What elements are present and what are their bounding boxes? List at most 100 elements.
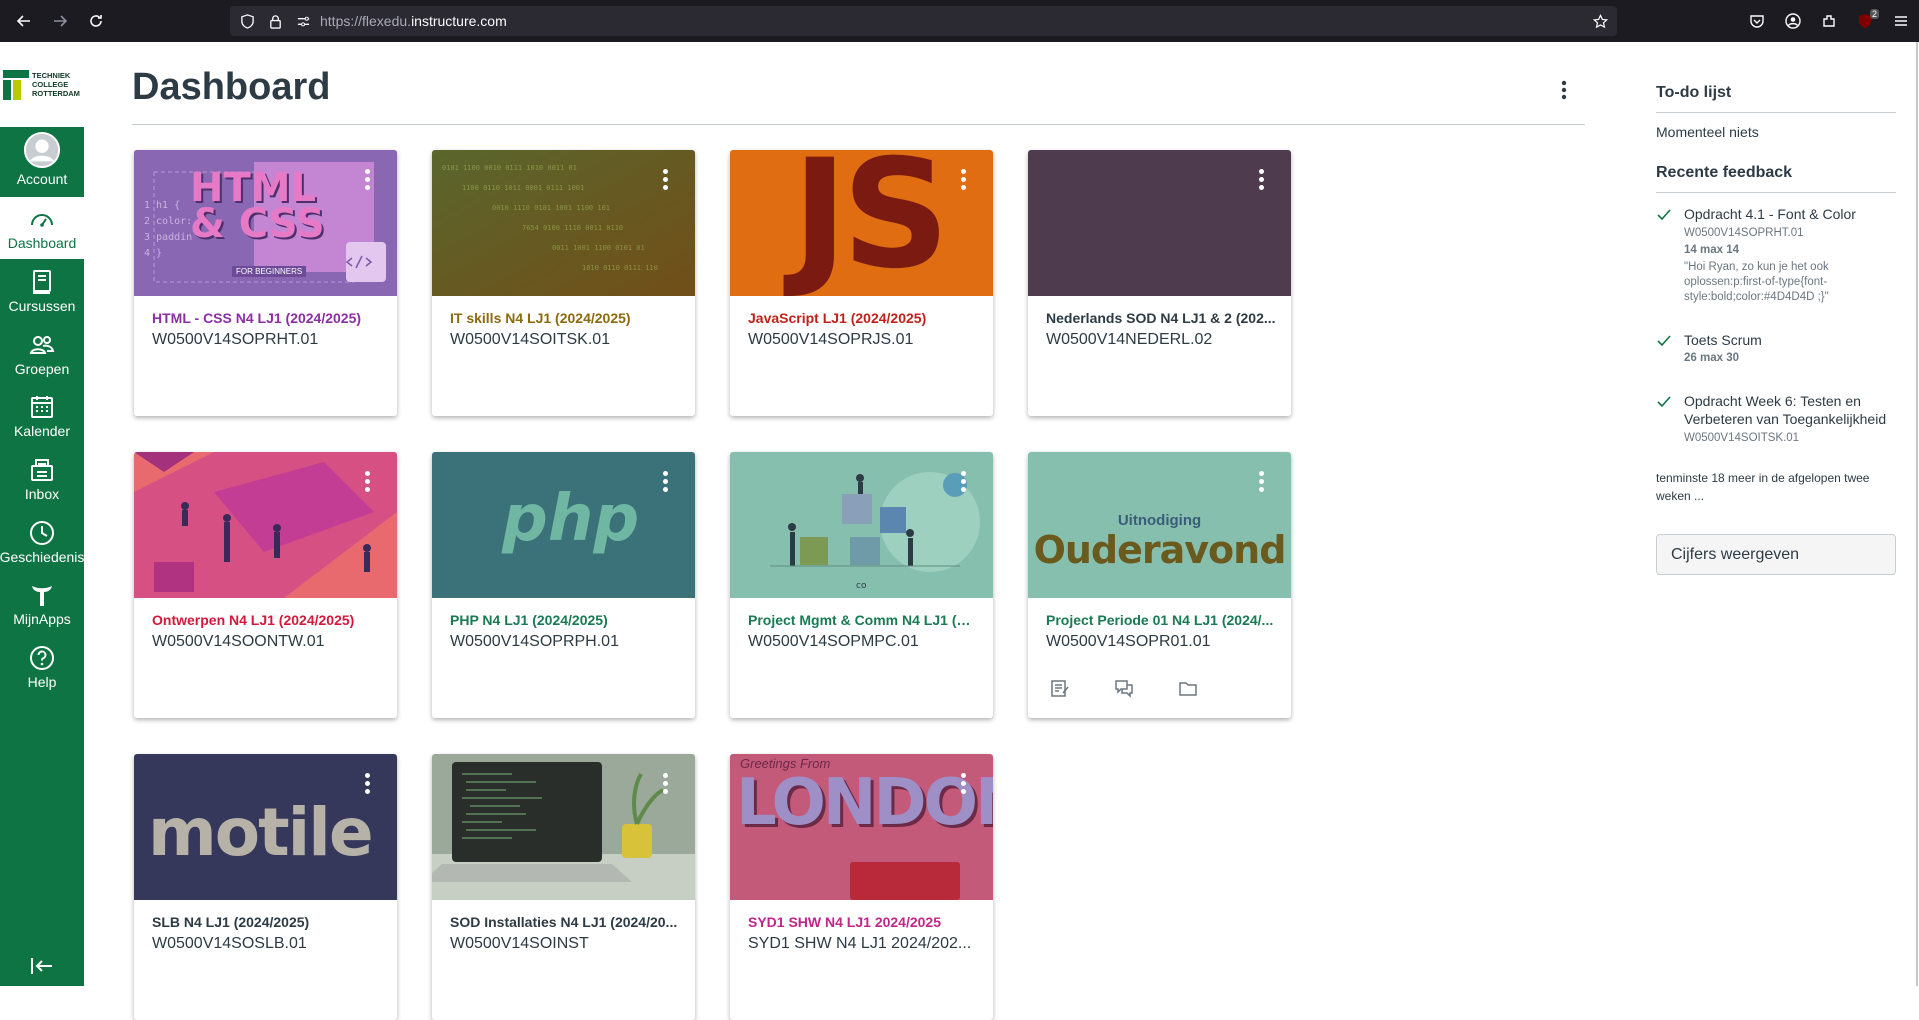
card-options-icon[interactable] [961,471,967,495]
course-card-nederlands[interactable]: Nederlands SOD N4 LJ1 & 2 (202... W0500V… [1028,150,1291,416]
course-name[interactable]: PHP N4 LJ1 (2024/2025) [450,612,680,628]
course-card-image[interactable]: php [432,452,695,598]
permissions-icon[interactable] [292,10,314,32]
course-card-image[interactable]: motile [134,754,397,900]
card-options-icon[interactable] [365,471,371,495]
course-card-image[interactable] [432,754,695,900]
course-card-slb[interactable]: motile SLB N4 LJ1 (2024/2025) W0500V14SO… [134,754,397,1020]
course-name[interactable]: HTML - CSS N4 LJ1 (2024/2025) [152,310,382,326]
nav-courses[interactable]: Cursussen [0,260,84,322]
more-feedback-link[interactable]: tenminste 18 meer in de afgelopen twee w… [1656,469,1886,505]
forward-icon[interactable] [42,3,78,39]
card-options-icon[interactable] [365,773,371,797]
course-name[interactable]: Nederlands SOD N4 LJ1 & 2 (202... [1046,310,1276,326]
course-card-image[interactable]: co [730,452,993,598]
nav-history[interactable]: Geschiedenis [0,511,84,573]
discussions-icon[interactable] [1114,678,1134,698]
course-card-image[interactable] [1028,150,1291,296]
card-options-icon[interactable] [663,169,669,193]
feedback-divider [1656,192,1896,193]
todo-divider [1656,112,1896,113]
course-card-image[interactable]: Greetings From LONDON [730,754,993,900]
card-options-icon[interactable] [1259,471,1265,495]
feedback-item[interactable]: Opdracht 4.1 - Font & Color W0500V14SOPR… [1656,205,1896,305]
card-options-icon[interactable] [663,471,669,495]
course-name[interactable]: SLB N4 LJ1 (2024/2025) [152,914,382,930]
course-card-image[interactable] [134,452,397,598]
card-options-icon[interactable] [961,169,967,193]
nav-groups-label: Groepen [14,361,70,377]
it-skills-illustration: 0101 1100 0010 0111 1010 0011 01 1100 01… [432,150,695,296]
feedback-item[interactable]: Opdracht Week 6: Testen en Verbeteren va… [1656,392,1896,452]
back-icon[interactable] [6,3,42,39]
course-card-image[interactable]: 1 h1 { 2 color: 3 paddin 4 } HTML & CSS … [134,150,397,296]
course-card-project-mgmt[interactable]: co Project Mgmt & Comm N4 LJ1 (20... W05… [730,452,993,718]
card-options-icon[interactable] [961,773,967,797]
course-card-html-css[interactable]: 1 h1 { 2 color: 3 paddin 4 } HTML & CSS … [134,150,397,416]
nav-calendar[interactable]: Kalender [0,385,84,447]
lock-icon[interactable] [264,10,286,32]
course-card-sod-installaties[interactable]: SOD Installaties N4 LJ1 (2024/20... W050… [432,754,695,1020]
course-card-javascript[interactable]: JS JavaScript LJ1 (2024/2025) W0500V14SO… [730,150,993,416]
ublock-badge: 2 [1869,9,1879,19]
dashboard-icon [31,214,53,227]
course-card-syd1[interactable]: Greetings From LONDON SYD1 SHW N4 LJ1 20… [730,754,993,1020]
card-actions [1050,678,1198,698]
card-options-icon[interactable] [1259,169,1265,193]
nav-inbox[interactable]: Inbox [0,448,84,510]
card-options-icon[interactable] [365,169,371,193]
feedback-title-link[interactable]: Opdracht 4.1 - Font & Color [1684,205,1896,223]
course-card-project-periode[interactable]: Uitnodiging Ouderavond Project Periode 0… [1028,452,1291,718]
nav-help[interactable]: Help [0,636,84,698]
laptop-illustration [432,754,695,900]
ublock-icon[interactable]: 2 [1847,3,1883,39]
svg-text:1 h1 {: 1 h1 { [144,200,180,211]
pocket-icon[interactable] [1739,3,1775,39]
assignments-icon[interactable] [1050,678,1070,698]
account-icon[interactable] [1775,3,1811,39]
course-card-image[interactable]: JS [730,150,993,296]
nav-dashboard[interactable]: Dashboard [0,197,84,259]
course-card-ontwerpen[interactable]: Ontwerpen N4 LJ1 (2024/2025) W0500V14SOO… [134,452,397,718]
feedback-item[interactable]: Toets Scrum 26 max 30 [1656,331,1896,371]
courses-icon [33,270,51,294]
collapse-nav-icon[interactable] [28,952,56,980]
feedback-title-link[interactable]: Opdracht Week 6: Testen en Verbeteren va… [1684,392,1896,428]
hero-big-text: JS [792,150,950,296]
course-card-image[interactable]: Uitnodiging Ouderavond [1028,452,1291,598]
calendar-icon [31,396,53,418]
nav-groups[interactable]: Groepen [0,323,84,385]
course-name[interactable]: SOD Installaties N4 LJ1 (2024/20... [450,914,680,930]
feedback-score: 26 max 30 [1684,352,1739,364]
files-icon[interactable] [1178,678,1198,698]
course-card-php[interactable]: php PHP N4 LJ1 (2024/2025) W0500V14SOPRP… [432,452,695,718]
extensions-icon[interactable] [1811,3,1847,39]
bookmark-star-icon[interactable] [1589,10,1611,32]
course-code: W0500V14SOSLB.01 [152,935,307,952]
course-card-it-skills[interactable]: 0101 1100 0010 0111 1010 0011 01 1100 01… [432,150,695,416]
course-name[interactable]: IT skills N4 LJ1 (2024/2025) [450,310,680,326]
nav-apps[interactable]: MijnApps [0,573,84,635]
course-name[interactable]: JavaScript LJ1 (2024/2025) [748,310,978,326]
shield-icon[interactable] [236,10,258,32]
nav-account[interactable]: Account [0,128,84,190]
menu-icon[interactable] [1883,3,1919,39]
view-grades-button[interactable]: Cijfers weergeven [1656,534,1896,575]
scrollbar[interactable] [1916,42,1918,986]
dashboard-options-icon[interactable] [1552,78,1576,102]
course-name[interactable]: Project Mgmt & Comm N4 LJ1 (20... [748,612,978,628]
course-code: W0500V14SOITSK.01 [450,331,611,348]
url-text: https://flexedu.instructure.com [320,13,507,29]
feedback-title-link[interactable]: Toets Scrum [1684,331,1896,349]
course-name[interactable]: Project Periode 01 N4 LJ1 (2024/... [1046,612,1276,628]
card-options-icon[interactable] [663,773,669,797]
course-code: W0500V14NEDERL.02 [1046,331,1213,348]
course-name[interactable]: Ontwerpen N4 LJ1 (2024/2025) [152,612,382,628]
check-icon [1657,209,1671,221]
address-bar[interactable]: https://flexedu.instructure.com [230,6,1617,36]
feedback-course: W0500V14SOPRHT.01 [1684,227,1804,239]
course-card-image[interactable]: 0101 1100 0010 0111 1010 0011 01 1100 01… [432,150,695,296]
course-name[interactable]: SYD1 SHW N4 LJ1 2024/2025 [748,914,978,930]
school-logo[interactable]: TECHNIEK COLLEGE ROTTERDAM [0,42,84,127]
reload-icon[interactable] [78,3,114,39]
